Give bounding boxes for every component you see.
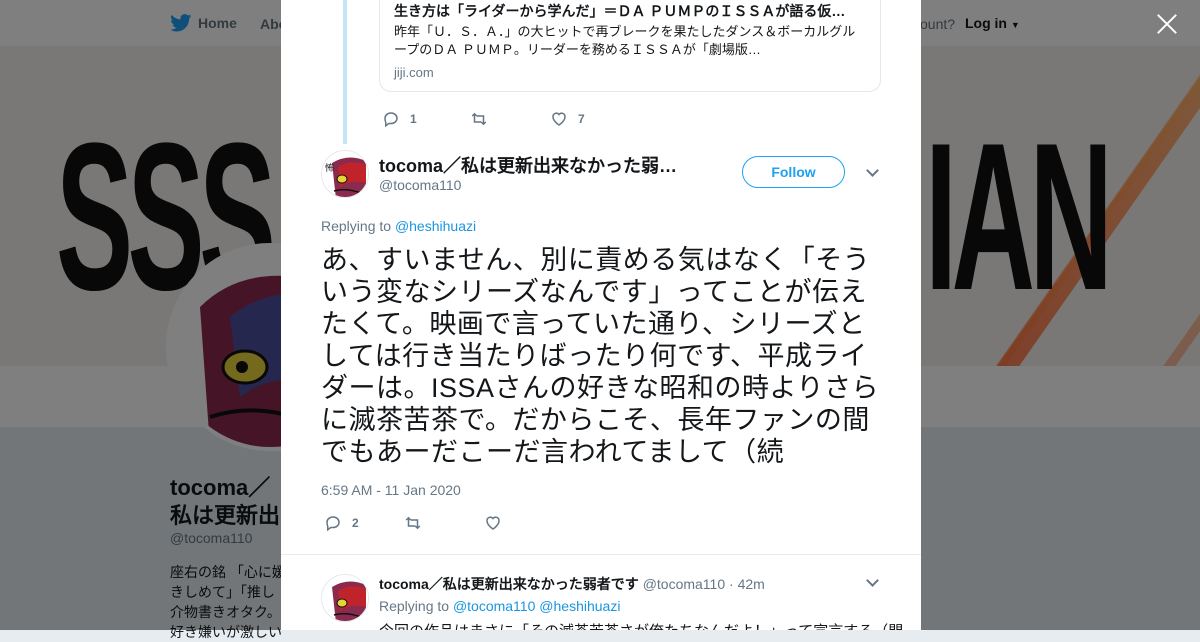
heart-icon — [486, 516, 500, 530]
replying-to-link[interactable]: @heshihuazi — [395, 218, 476, 234]
reply-replying-to: Replying to @tocoma110 @heshihuazi — [379, 598, 620, 614]
tweet-text: あ、すいません、別に責める気はなく「そういう変なシリーズなんです」ってことが伝え… — [321, 245, 879, 467]
chevron-down-icon[interactable] — [867, 166, 877, 176]
chevron-down-icon[interactable] — [867, 576, 877, 586]
reply-text: 今回の作品はまさに「その滅茶苦茶さが俺たちなんだよ！」って宣言する（門 — [379, 620, 903, 630]
card-title: 生き方は「ライダーから学んだ」＝ＤＡ ＰＵＭＰのＩＳＳＡが語る仮… — [394, 3, 846, 19]
replying-to: Replying to @heshihuazi — [321, 218, 476, 234]
tweet-author-handle[interactable]: @tocoma110 — [379, 177, 461, 193]
replying-to-link[interactable]: @heshihuazi — [539, 598, 620, 614]
svg-text:怖: 怖 — [325, 162, 334, 174]
replying-to-link[interactable]: @tocoma110 — [453, 598, 535, 614]
replying-prefix: Replying to — [321, 218, 392, 234]
tweet-modal: 生き方は「ライダーから学んだ」＝ＤＡ ＰＵＭＰのＩＳＳＡが語る仮… 昨年「Ｕ．Ｓ… — [281, 0, 921, 630]
card-url: jiji.com — [394, 65, 434, 80]
retweet-icon — [471, 112, 487, 126]
retweet-button[interactable] — [404, 514, 484, 532]
tweet-timestamp[interactable]: 6:59 AM - 11 Jan 2020 — [321, 482, 461, 498]
card-description: 昨年「Ｕ．Ｓ．Ａ．」の大ヒットで再ブレークを果たしたダンス＆ボーカルグループのＤ… — [394, 24, 856, 57]
author-avatar-icon: 怖 — [322, 151, 368, 197]
divider — [281, 554, 921, 555]
reply-button[interactable]: 2 — [324, 514, 404, 532]
reply-button[interactable]: 1 — [382, 110, 470, 128]
link-preview-card[interactable]: 生き方は「ライダーから学んだ」＝ＤＡ ＰＵＭＰのＩＳＳＡが語る仮… 昨年「Ｕ．Ｓ… — [379, 0, 881, 92]
reply-author-handle[interactable]: @tocoma110 — [643, 576, 725, 592]
tweet-author-avatar[interactable]: 怖 — [321, 150, 369, 198]
like-button[interactable]: 7 — [550, 110, 585, 128]
like-count: 7 — [578, 112, 585, 126]
reply-count: 2 — [352, 516, 359, 530]
replying-prefix: Replying to — [379, 598, 450, 614]
reply-icon — [326, 516, 340, 532]
reply-icon — [384, 112, 398, 128]
close-icon[interactable] — [1154, 11, 1180, 37]
reply-author-avatar[interactable] — [321, 574, 369, 622]
heart-icon — [552, 112, 566, 126]
follow-button[interactable]: Follow — [742, 156, 845, 188]
tweet-actions: 2 — [324, 514, 512, 532]
tweet-author-name[interactable]: tocoma／私は更新出来なかった弱… — [379, 152, 684, 178]
author-avatar-icon — [322, 575, 368, 621]
reply-time[interactable]: · 42m — [729, 576, 765, 592]
thread-connector — [343, 0, 347, 144]
retweet-icon — [405, 516, 421, 530]
retweet-button[interactable] — [470, 110, 550, 128]
like-button[interactable] — [484, 514, 512, 532]
reply-header: tocoma／私は更新出来なかった弱者です @tocoma110 · 42m — [379, 574, 765, 594]
reply-author-name[interactable]: tocoma／私は更新出来なかった弱者です — [379, 576, 639, 592]
previous-tweet-actions: 1 7 — [382, 110, 585, 128]
reply-count: 1 — [410, 112, 417, 126]
